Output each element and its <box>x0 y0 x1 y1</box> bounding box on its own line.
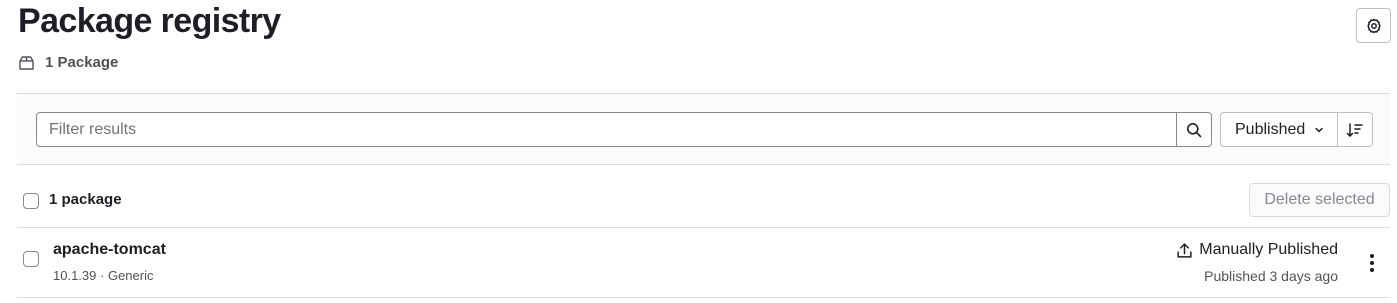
package-count-label: 1 Package <box>45 54 119 71</box>
delete-selected-button[interactable]: Delete selected <box>1249 183 1390 217</box>
package-registry-page: Package registry 1 Package Publi <box>0 0 1397 303</box>
published-time: Published 3 days ago <box>1204 268 1338 284</box>
kebab-dot <box>1370 261 1374 265</box>
sort-direction-button[interactable] <box>1338 112 1373 147</box>
publish-method: Manually Published <box>1176 241 1338 259</box>
filter-bar: Published <box>17 93 1390 165</box>
search-button[interactable] <box>1176 113 1211 146</box>
gear-icon <box>1367 18 1380 33</box>
package-icon <box>19 55 34 70</box>
more-actions-button[interactable] <box>1361 248 1383 278</box>
package-type: Generic <box>107 268 154 283</box>
chevron-down-icon <box>1315 127 1323 132</box>
upload-icon <box>1177 242 1192 258</box>
package-details: 10.1.39 · Generic <box>53 268 154 283</box>
sort-label: Published <box>1235 120 1306 138</box>
sort-descending-icon <box>1346 122 1363 137</box>
search-box <box>36 112 1212 147</box>
settings-button[interactable] <box>1356 8 1391 43</box>
package-count-meta: 1 Package <box>18 54 118 71</box>
package-version: 10.1.39 <box>53 268 97 283</box>
search-icon <box>1187 122 1202 137</box>
search-input[interactable] <box>37 113 1176 146</box>
table-row: apache-tomcat 10.1.39 · Generic Manually… <box>17 228 1390 298</box>
page-title: Package registry <box>18 2 281 40</box>
sort-dropdown[interactable]: Published <box>1220 112 1338 147</box>
list-count-label: 1 package <box>49 191 122 208</box>
package-name-link[interactable]: apache-tomcat <box>53 241 166 259</box>
details-separator: · <box>100 268 105 283</box>
publish-method-label: Manually Published <box>1199 241 1338 258</box>
list-header: 1 package Delete selected <box>17 166 1390 228</box>
select-all-checkbox[interactable] <box>23 193 39 209</box>
row-checkbox[interactable] <box>23 251 39 267</box>
kebab-dot <box>1370 268 1374 272</box>
kebab-dot <box>1370 254 1374 258</box>
sort-group: Published <box>1220 112 1373 147</box>
